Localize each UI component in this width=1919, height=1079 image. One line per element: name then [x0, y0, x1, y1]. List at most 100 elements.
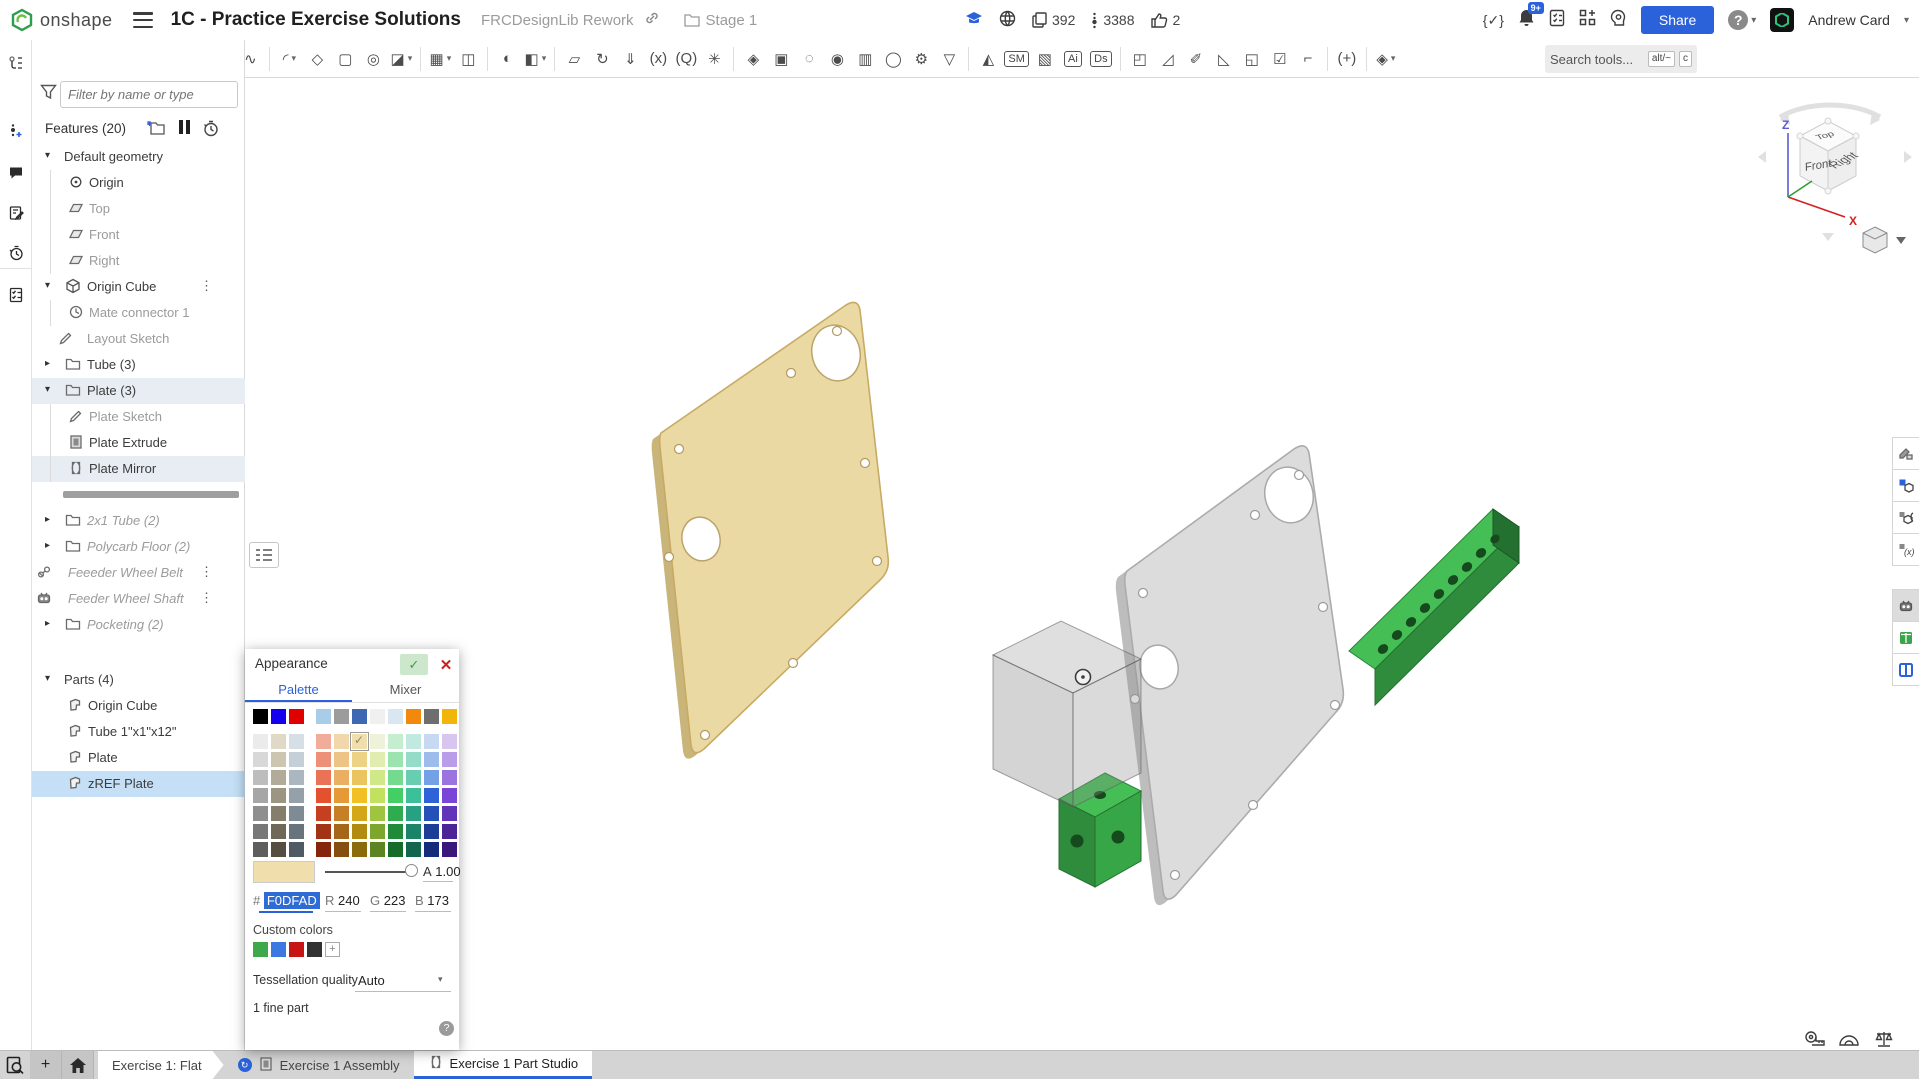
ai-advisor-button[interactable]: [1610, 9, 1627, 32]
sheet-flange-button[interactable]: ▧: [1031, 44, 1059, 74]
color-swatch[interactable]: [424, 788, 439, 803]
sheet-metal-button[interactable]: SM: [1002, 44, 1031, 74]
shell-button[interactable]: ▢: [331, 44, 359, 74]
feature-statistics-icon[interactable]: [202, 120, 219, 140]
boolean-button[interactable]: ◐: [493, 44, 521, 74]
color-swatch[interactable]: [352, 770, 367, 785]
helix-button[interactable]: ↻: [588, 44, 616, 74]
tasks-button[interactable]: [1549, 9, 1565, 32]
tessellation-caret-icon[interactable]: ▾: [438, 974, 443, 985]
gray-swatch[interactable]: [253, 806, 268, 821]
configuration-panel-button[interactable]: [1892, 469, 1919, 502]
color-swatch[interactable]: [442, 770, 457, 785]
color-swatch[interactable]: [316, 752, 331, 767]
gray-swatch[interactable]: [271, 824, 286, 839]
mass-properties-icon[interactable]: [1871, 1028, 1897, 1050]
color-swatch[interactable]: [334, 842, 349, 857]
link-icon[interactable]: [644, 10, 660, 31]
feature-row[interactable]: Plate Sketch: [32, 404, 245, 430]
blue-field[interactable]: B 173: [415, 893, 449, 908]
variable-button[interactable]: (x): [644, 44, 672, 74]
gray-swatch[interactable]: [253, 842, 268, 857]
find-tab-button[interactable]: [0, 1051, 30, 1079]
feature-row[interactable]: Right: [32, 248, 245, 274]
color-swatch[interactable]: [388, 824, 403, 839]
color-swatch[interactable]: [406, 842, 421, 857]
custom-color-swatch[interactable]: [289, 942, 304, 957]
feature-row[interactable]: ▾Default geometry: [32, 144, 245, 170]
create-folder-icon[interactable]: [147, 120, 165, 138]
configured-features-panel-button[interactable]: [1892, 501, 1919, 534]
color-swatch[interactable]: [316, 770, 331, 785]
color-swatch[interactable]: [388, 806, 403, 821]
gray-swatch[interactable]: [289, 752, 304, 767]
view-cube-faces[interactable]: Top Front Right: [1797, 118, 1862, 194]
corner-feature-button[interactable]: ◱: [1238, 44, 1266, 74]
gray-swatch[interactable]: [289, 788, 304, 803]
tube-part[interactable]: [1349, 509, 1519, 705]
basic-color-swatch[interactable]: [442, 709, 457, 724]
part-row[interactable]: Tube 1"x1"x12": [32, 719, 245, 745]
color-swatch[interactable]: [406, 770, 421, 785]
color-swatch[interactable]: [442, 842, 457, 857]
color-swatch[interactable]: [442, 806, 457, 821]
notes-button[interactable]: [3, 200, 29, 226]
hex-field[interactable]: # F0DFAD: [253, 893, 320, 908]
color-swatch[interactable]: [334, 788, 349, 803]
ai-tool-button[interactable]: Ai: [1059, 44, 1087, 74]
custom-features-panel-button[interactable]: [1892, 589, 1919, 622]
view-cube[interactable]: Top Front Right Z X: [1750, 95, 1919, 255]
custom-features-menu-button[interactable]: ◈▾: [1372, 44, 1400, 74]
feature-overflow-icon[interactable]: ⋮: [200, 564, 213, 580]
color-swatch[interactable]: [406, 788, 421, 803]
route-feature-button[interactable]: ⌐: [1294, 44, 1322, 74]
plane-button[interactable]: ▱: [560, 44, 588, 74]
color-swatch[interactable]: [388, 734, 403, 749]
onshape-logo[interactable]: onshape: [10, 8, 113, 32]
design-standard-button[interactable]: Ds: [1087, 44, 1115, 74]
curve-tool-button[interactable]: ◌: [795, 44, 823, 74]
basic-color-swatch[interactable]: [316, 709, 331, 724]
gray-swatch[interactable]: [271, 770, 286, 785]
workspace-tab-partstudio[interactable]: Exercise 1 Part Studio: [414, 1051, 593, 1079]
feature-row[interactable]: Plate Mirror: [32, 456, 245, 482]
rollback-handle[interactable]: [63, 491, 239, 498]
feature-row[interactable]: Origin: [32, 170, 245, 196]
versions-button[interactable]: [3, 118, 29, 144]
color-swatch[interactable]: [424, 806, 439, 821]
expand-caret-icon[interactable]: ▸: [45, 618, 57, 629]
gray-swatch[interactable]: [289, 734, 304, 749]
feature-row[interactable]: Layout Sketch: [32, 326, 245, 352]
custom-color-swatch[interactable]: [253, 942, 268, 957]
color-swatch[interactable]: [406, 806, 421, 821]
gray-swatch[interactable]: [271, 788, 286, 803]
split-view-panel-button[interactable]: [1892, 653, 1919, 686]
draft-button[interactable]: ◪▾: [387, 44, 415, 74]
learning-center-icon[interactable]: [965, 11, 983, 30]
settings-gear-button[interactable]: ⚙: [907, 44, 935, 74]
import-button[interactable]: ⇓: [616, 44, 644, 74]
basic-color-swatch[interactable]: [352, 709, 367, 724]
search-tools[interactable]: Search tools... alt/~ c: [1545, 45, 1697, 73]
collapse-caret-icon[interactable]: ▾: [45, 673, 57, 684]
color-swatch[interactable]: [388, 752, 403, 767]
bom-panel-button[interactable]: [1892, 621, 1919, 654]
color-swatch[interactable]: [370, 806, 385, 821]
gray-swatch[interactable]: [271, 752, 286, 767]
history-button[interactable]: [3, 240, 29, 266]
custom-color-swatch[interactable]: [271, 942, 286, 957]
chamfer-button[interactable]: ◇: [303, 44, 331, 74]
color-swatch[interactable]: [406, 734, 421, 749]
lathe-tool-button[interactable]: ◭: [974, 44, 1002, 74]
feature-row[interactable]: ▸2x1 Tube (2): [32, 508, 245, 534]
gray-swatch[interactable]: [289, 824, 304, 839]
color-swatch[interactable]: [316, 842, 331, 857]
color-swatch[interactable]: [370, 734, 385, 749]
hole-button[interactable]: ◎: [359, 44, 387, 74]
color-swatch[interactable]: [370, 842, 385, 857]
torus-tool-button[interactable]: ◯: [879, 44, 907, 74]
color-swatch[interactable]: [316, 806, 331, 821]
expand-caret-icon[interactable]: ▸: [45, 514, 57, 525]
collapse-caret-icon[interactable]: ▾: [45, 150, 57, 161]
avatar[interactable]: [1770, 8, 1794, 32]
